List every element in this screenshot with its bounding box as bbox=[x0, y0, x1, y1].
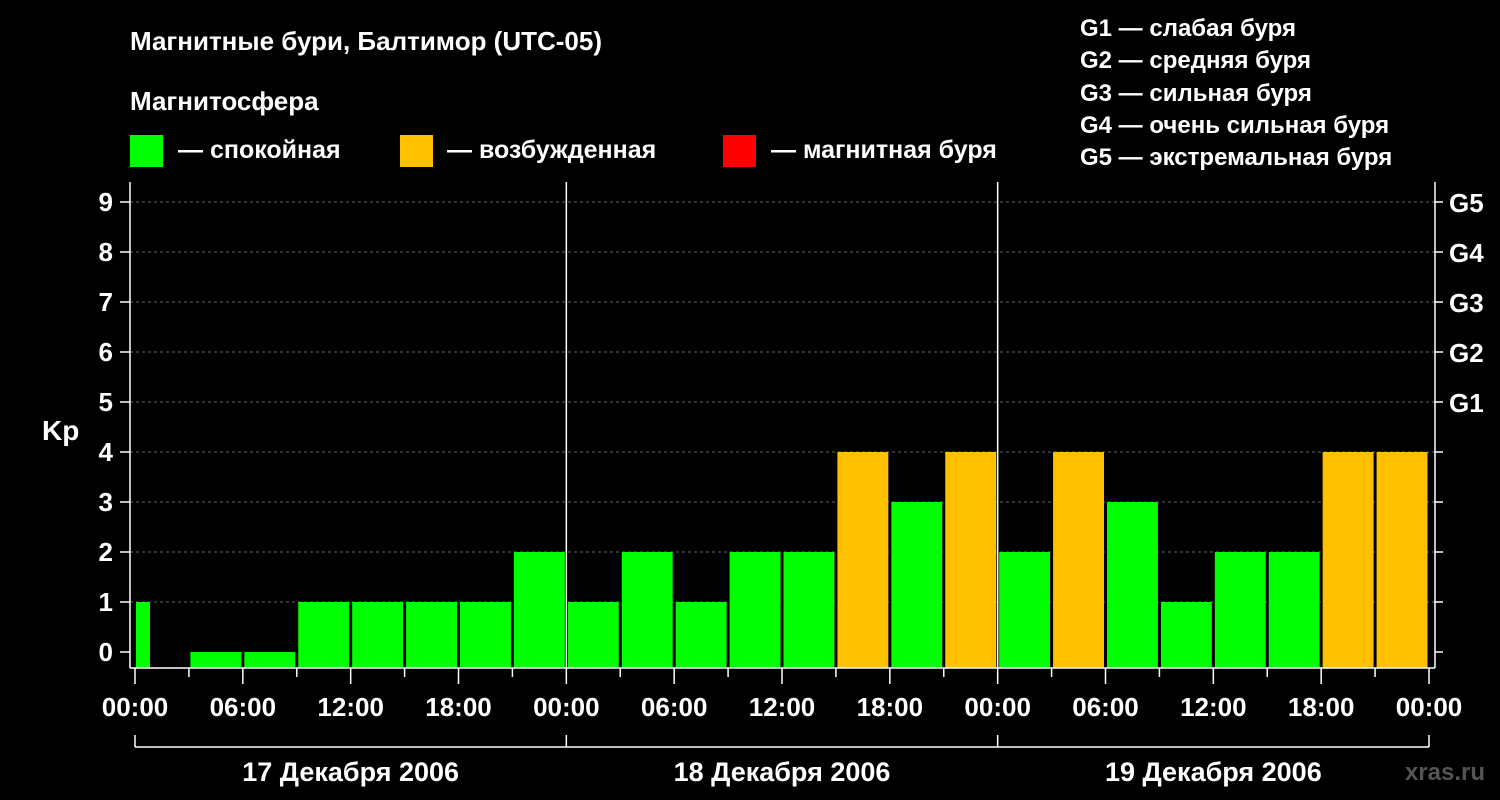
y-tick-label-4: 4 bbox=[99, 437, 114, 467]
legend-title: Магнитосфера bbox=[130, 86, 319, 116]
x-tick-label-7: 18:00 bbox=[857, 692, 924, 722]
g-legend-g3: G3 — сильная буря bbox=[1080, 80, 1312, 107]
y-tick-label-6: 6 bbox=[99, 337, 113, 367]
g-legend-g4: G4 — очень сильная буря bbox=[1080, 112, 1389, 139]
bar-0 bbox=[136, 602, 150, 668]
bar-15 bbox=[945, 452, 997, 668]
y-axis-label: Kp bbox=[42, 415, 79, 446]
legend-label-storm: — магнитная буря bbox=[771, 136, 997, 164]
x-tick-label-6: 12:00 bbox=[749, 692, 816, 722]
g-legend-g5: G5 — экстремальная буря bbox=[1080, 144, 1392, 171]
bar-21 bbox=[1268, 552, 1320, 668]
bar-16 bbox=[999, 552, 1051, 668]
g-tick-label-G4: G4 bbox=[1449, 238, 1484, 268]
x-tick-label-9: 06:00 bbox=[1072, 692, 1139, 722]
bar-19 bbox=[1160, 602, 1212, 668]
bar-3 bbox=[298, 602, 350, 668]
g-legend-g1: G1 — слабая буря bbox=[1080, 15, 1296, 42]
x-tick-label-4: 00:00 bbox=[533, 692, 600, 722]
y-tick-label-7: 7 bbox=[99, 287, 113, 317]
y-tick-label-9: 9 bbox=[99, 187, 113, 217]
kp-chart: Магнитные бури, Балтимор (UTC-05) Магнит… bbox=[42, 15, 1485, 787]
x-tick-label-8: 00:00 bbox=[964, 692, 1031, 722]
bar-6 bbox=[460, 602, 511, 668]
bar-8 bbox=[567, 602, 619, 668]
bar-10 bbox=[675, 602, 727, 668]
x-tick-label-10: 12:00 bbox=[1180, 692, 1247, 722]
x-tick-label-11: 18:00 bbox=[1288, 692, 1355, 722]
bar-2 bbox=[244, 652, 296, 668]
day-label-2: 19 Декабря 2006 bbox=[1105, 757, 1322, 787]
g-tick-label-G3: G3 bbox=[1449, 288, 1484, 318]
tick-labels: 0 1 2 3 4 5 6 7 8 9 G1 G2 G3 G4 G5 00:00 06:00 12:00 18:00… bbox=[99, 187, 1485, 787]
grid bbox=[130, 201, 1435, 603]
legend-label-quiet: — спокойная bbox=[178, 136, 341, 164]
bar-4 bbox=[352, 602, 404, 668]
y-tick-label-8: 8 bbox=[99, 237, 113, 267]
legend-swatch-active bbox=[400, 135, 433, 167]
g-tick-label-G5: G5 bbox=[1449, 188, 1484, 218]
x-tick-label-5: 06:00 bbox=[641, 692, 708, 722]
y-tick-label-2: 2 bbox=[99, 537, 113, 567]
bar-18 bbox=[1107, 502, 1158, 668]
y-tick-label-5: 5 bbox=[99, 387, 113, 417]
x-tick-label-0: 00:00 bbox=[102, 692, 169, 722]
bar-7 bbox=[513, 552, 565, 668]
watermark: xras.ru bbox=[1405, 759, 1485, 786]
x-tick-label-3: 18:00 bbox=[425, 692, 492, 722]
bar-5 bbox=[406, 602, 457, 668]
bar-11 bbox=[729, 552, 781, 668]
day-label-0: 17 Декабря 2006 bbox=[242, 757, 459, 787]
y-tick-label-1: 1 bbox=[99, 587, 113, 617]
x-tick-label-1: 06:00 bbox=[210, 692, 277, 722]
g-legend-g2: G2 — средняя буря bbox=[1080, 47, 1311, 74]
legend-label-active: — возбужденная bbox=[447, 136, 656, 164]
bar-22 bbox=[1322, 452, 1374, 668]
bar-17 bbox=[1053, 452, 1104, 668]
legend-swatch-quiet bbox=[130, 135, 163, 167]
chart-title: Магнитные бури, Балтимор (UTC-05) bbox=[130, 26, 602, 56]
bar-9 bbox=[621, 552, 673, 668]
y-tick-label-0: 0 bbox=[99, 637, 113, 667]
bar-13 bbox=[837, 452, 889, 668]
bar-1 bbox=[190, 652, 242, 668]
g-tick-label-G1: G1 bbox=[1449, 388, 1484, 418]
y-tick-label-3: 3 bbox=[99, 487, 113, 517]
bar-20 bbox=[1214, 552, 1266, 668]
g-tick-label-G2: G2 bbox=[1449, 338, 1484, 368]
day-label-1: 18 Декабря 2006 bbox=[674, 757, 891, 787]
x-tick-label-2: 12:00 bbox=[317, 692, 384, 722]
legend-swatch-storm bbox=[723, 135, 756, 167]
bar-23 bbox=[1376, 452, 1428, 668]
x-tick-label-12: 00:00 bbox=[1396, 692, 1463, 722]
bars bbox=[136, 452, 1428, 668]
bar-12 bbox=[783, 552, 835, 668]
bar-14 bbox=[891, 502, 943, 668]
